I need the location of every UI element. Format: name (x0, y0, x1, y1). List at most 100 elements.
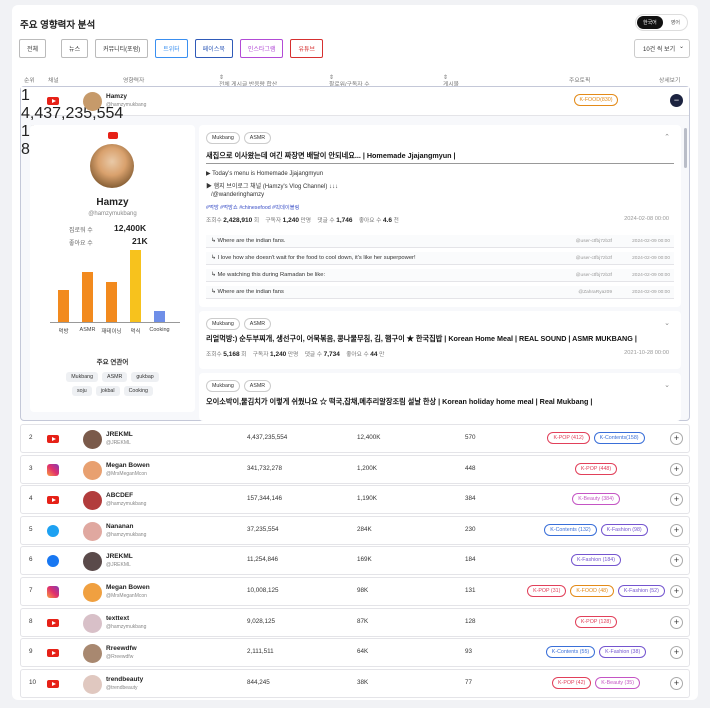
expand-button[interactable]: + (670, 523, 683, 537)
row-posts: 230 (465, 525, 476, 533)
col-posts[interactable]: 게시물 ⇕ (443, 75, 459, 88)
comment-date: 2024-02-09 00:00 (632, 239, 670, 244)
comment-row: ↳ Me watching this during Ramadan be lik… (206, 269, 674, 282)
row-rank: 5 (29, 525, 33, 533)
topic-badge[interactable]: K-FOOD(830) (573, 94, 619, 106)
video-hashtags: #먹방 #먹방쇼 #chinesefood #빅데이블링 (206, 205, 300, 211)
collapse-button[interactable]: − (670, 94, 683, 107)
expand-button[interactable]: + (670, 676, 683, 690)
row-name[interactable]: JREKML (106, 553, 133, 560)
topic-badge[interactable]: K-Contents (132) (544, 523, 597, 536)
comment-text: ↳ Me watching this during Ramadan be lik… (211, 272, 326, 278)
table-row[interactable]: 8 texttext @hamzymukbang 9,028,125 87K 128 K-P… (20, 607, 690, 637)
table-row[interactable]: 7 Megan Bowen @MrsMeganMcon 10,008,125 98K 13… (20, 577, 690, 606)
topic-badge[interactable]: K-POP (448) (574, 462, 618, 475)
filter-button[interactable]: 유튜브 (290, 39, 324, 58)
topic-badge[interactable]: K-Beauty (35) (595, 676, 640, 689)
profile-name: Hamzy (96, 197, 129, 208)
language-toggle[interactable]: 한국어 영어 (634, 14, 688, 31)
expand-button[interactable]: + (670, 615, 683, 629)
video-desc-line: ▶ 햄지 브이로그 채널 (Hamzy's Vlog Channel) ↓↓↓ (206, 184, 338, 190)
row-name[interactable]: Nananan (106, 523, 133, 530)
filter-button[interactable]: 트위터 (155, 39, 188, 58)
row-views: 4,437,235,554 (247, 434, 288, 441)
topic-badge[interactable]: K-Fashion (184) (571, 554, 621, 567)
filter-button[interactable]: 커뮤니티(포럼) (95, 39, 149, 58)
row-name[interactable]: Megan Bowen (106, 584, 150, 591)
comment-row: ↳ Where are the indian fans. @user-ctfbj7… (206, 235, 674, 248)
row-name[interactable]: texttext (106, 615, 129, 622)
chevron-up-icon[interactable]: ⌃ (664, 133, 670, 141)
instagram-icon (47, 586, 59, 598)
row-views: 37,235,554 (247, 525, 279, 533)
table-row[interactable]: 5 Nananan @hamzymukbang 37,235,554 284K 230 K-… (20, 515, 690, 545)
table-row[interactable]: 1Hamzy@hamzymukbang4,437,235,55412,400K8… (21, 87, 689, 158)
row-name[interactable]: Megan Bowen (106, 462, 150, 469)
filter-button[interactable]: 뉴스 (61, 39, 89, 58)
comment-row: ↳ Where are the indian fans @ZahraRyaz09 2… (206, 286, 674, 299)
row-name[interactable]: Hamzy (106, 93, 127, 100)
expand-button[interactable]: + (670, 432, 683, 445)
per-page-select[interactable]: 10건 씩 보기 ⌄ (634, 39, 690, 58)
row-name[interactable]: ABCDEF (106, 492, 133, 499)
table-row[interactable]: 4 ABCDEF @hamzymukbang 157,344,146 1,190K 384… (20, 485, 690, 515)
topic-badge[interactable]: K-Fashion (38) (599, 646, 647, 659)
row-subs: 1,190K (357, 495, 377, 503)
topic-badge[interactable]: K-FOOD (48) (570, 585, 614, 597)
keywords-row: soju jokbal Cooking (30, 386, 195, 396)
row-name[interactable]: JREKML (106, 431, 133, 438)
row-topics: K-POP (128) (491, 615, 698, 628)
chevron-down-icon[interactable]: ⌄ (664, 319, 670, 327)
chart-label: 재테이닝 (101, 329, 122, 335)
table-row[interactable]: 3 Megan Bowen @MrsMeganMcon 341,732,278 1,20… (20, 454, 690, 484)
row-name[interactable]: trendbeauty (106, 676, 143, 683)
table-row[interactable]: 9 Rreewdfw @Rreewdfw 2,111,511 64K 93 K-Conten… (20, 638, 690, 668)
topic-badge[interactable]: K-POP (42) (552, 676, 592, 689)
chart-bar (106, 282, 117, 322)
col-views[interactable]: 전체 게시글 반응량 합산 ⇕ (219, 75, 277, 88)
filter-button[interactable]: 전체 (19, 39, 47, 58)
video-desc-line: /@wanderinghamzy (211, 192, 265, 198)
video-tags: Mukbang ASMR (206, 380, 272, 392)
expand-button[interactable]: + (670, 462, 683, 476)
row-views: 2,111,511 (247, 648, 274, 656)
topic-badge[interactable]: K-Contents (55) (545, 646, 596, 659)
video-title[interactable]: 리얼먹방:) 순두부찌개, 생선구이, 어묵볶음, 콩나물무침, 김, 햄구이 … (206, 334, 637, 344)
keyword-chart: 먹방 ASMR 재테이닝 먹식 Cooking (50, 250, 180, 342)
table-row[interactable]: 2 JREKML @JREKML 4,437,235,554 12,400K 570 K-P… (20, 424, 690, 453)
col-topics: 주요토픽 (569, 78, 591, 84)
video-card[interactable]: Mukbang ASMR ⌄ 오이소박이,물김치가 이렇게 쉬웠나요 ☆ 떡국,잡… (199, 373, 681, 421)
profile-card: Hamzy @hamzymukbang 집로워 수 12,400K 좋아요 수 … (30, 125, 195, 412)
filter-button[interactable]: 페이스북 (194, 39, 233, 58)
per-page-label: 10건 씩 보기 (643, 47, 676, 53)
row-views: 9,028,125 (247, 617, 276, 625)
chevron-down-icon[interactable]: ⌄ (664, 381, 670, 389)
topic-badge[interactable]: K-POP (128) (574, 615, 618, 628)
youtube-icon (47, 435, 59, 443)
video-card[interactable]: Mukbang ASMR ⌄ 리얼먹방:) 순두부찌개, 생선구이, 어묵볶음, … (199, 311, 681, 369)
video-title[interactable]: 새집으로 이사왔는데 여긴 짜장면 배달이 안되네요... | Homemade… (206, 151, 456, 161)
row-handle: @hamzymukbang (106, 501, 147, 508)
row-rank: 8 (29, 617, 33, 625)
topic-badge[interactable]: K-Beauty (384) (572, 493, 620, 506)
table-row[interactable]: 10 trendbeauty @trendbeauty 844,245 38K 77 K-P… (20, 668, 690, 698)
topic-badge[interactable]: K-POP (31) (527, 585, 567, 597)
lang-korean[interactable]: 한국어 (636, 16, 663, 29)
row-name[interactable]: Rreewdfw (106, 645, 137, 652)
col-subs[interactable]: 팔로워/구독자 수 ⇕ (329, 75, 370, 88)
row-posts: 448 (465, 464, 476, 472)
filter-button[interactable]: 인스타그램 (239, 39, 284, 58)
video-date: 2024-02-08 00:00 (624, 216, 669, 222)
expand-button[interactable]: + (670, 585, 683, 598)
avatar (83, 644, 102, 664)
lang-english[interactable]: 영어 (665, 16, 686, 29)
table-row[interactable]: 6 JREKML @JREKML 11,254,846 169K 184 K-Fashion… (20, 546, 690, 576)
chart-label: ASMR (79, 327, 96, 333)
video-stats: 조회수 2,428,910 회 구독자 1,240 만명 댓글 수 1,746 … (206, 217, 399, 224)
topic-badge[interactable]: K-Fashion (98) (600, 523, 648, 536)
video-title[interactable]: 오이소박이,물김치가 이렇게 쉬웠나요 ☆ 떡국,잡채,메추리알장조림 설날 한… (206, 397, 592, 407)
topic-badge[interactable]: K-Contents(158) (593, 432, 645, 444)
topic-badge[interactable]: K-POP (412) (547, 432, 590, 444)
scrollbar[interactable] (684, 128, 687, 168)
topic-badge[interactable]: K-Fashion (52) (617, 585, 665, 597)
